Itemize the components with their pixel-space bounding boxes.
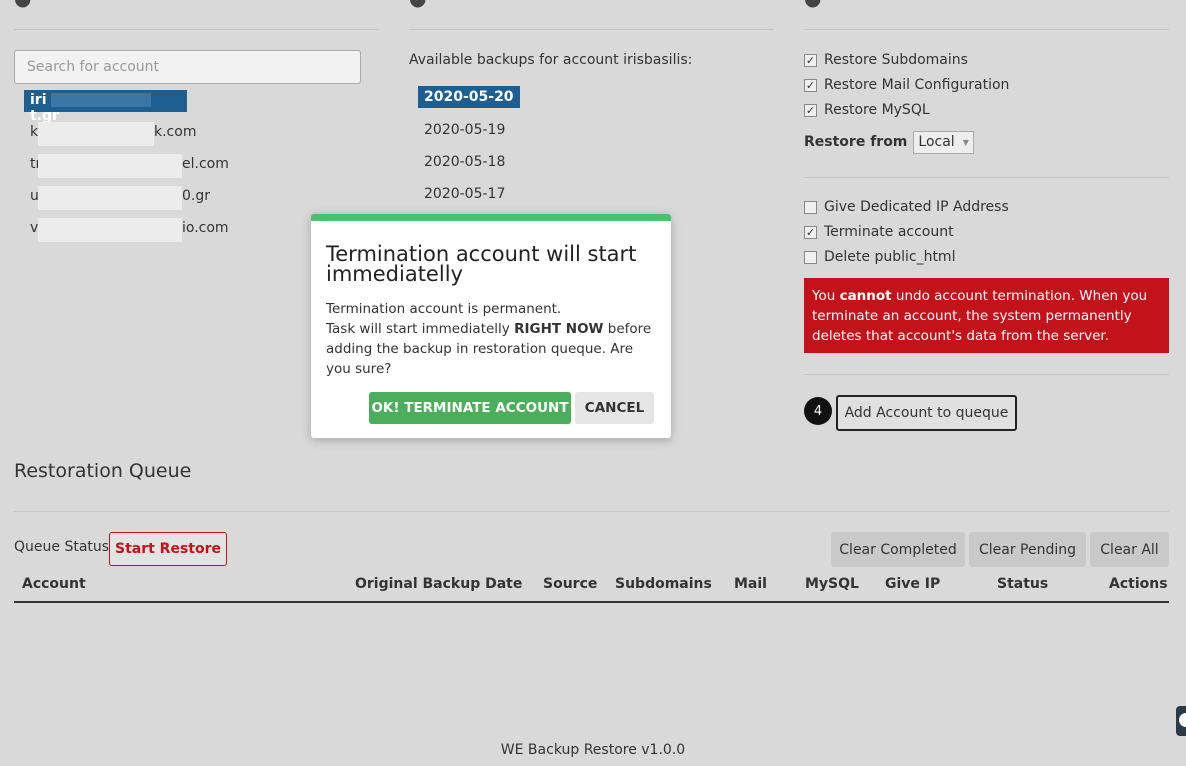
terminate-account-checkbox[interactable]: ✓: [804, 225, 817, 239]
column-header-mail[interactable]: Mail: [734, 576, 767, 592]
backups-heading: Available backups for account irisbasili…: [409, 52, 693, 68]
divider: [14, 29, 379, 30]
dialog-body: Termination account is permanent. Task w…: [326, 299, 661, 379]
backup-date[interactable]: 2020-05-18: [424, 154, 505, 170]
section-heading-cut: ●: [14, 0, 31, 10]
queue-status-label: Queue Status:: [14, 539, 114, 555]
step-number-badge: 4: [804, 397, 832, 425]
restore-subdomains-label: Restore Subdomains: [824, 52, 968, 68]
queue-title: Restoration Queue: [14, 460, 192, 482]
column-header-account[interactable]: Account: [22, 576, 86, 592]
restore-from-select[interactable]: Local ▼: [913, 130, 974, 154]
termination-confirm-dialog: Termination account will start immediate…: [311, 214, 671, 438]
backup-date[interactable]: 2020-05-17: [424, 186, 505, 202]
confirm-terminate-button[interactable]: OK! TERMINATE ACCOUNT: [369, 392, 571, 424]
footer-version: WE Backup Restore v1.0.0: [500, 742, 686, 758]
restore-subdomains-checkbox[interactable]: ✓: [804, 53, 817, 67]
clear-completed-button[interactable]: Clear Completed: [831, 532, 965, 567]
warning-emphasis: cannot: [839, 288, 892, 304]
dedicated-ip-label: Give Dedicated IP Address: [824, 199, 1009, 215]
column-header-status[interactable]: Status: [997, 576, 1048, 592]
column-header-source[interactable]: Source: [543, 576, 597, 592]
restore-mysql-option[interactable]: ✓ Restore MySQL: [804, 100, 930, 120]
account-suffix: k.com: [154, 124, 197, 140]
search-input[interactable]: [14, 50, 361, 84]
column-header-give-ip[interactable]: Give IP: [885, 576, 940, 592]
redaction-block: [38, 186, 182, 210]
divider: [804, 29, 1169, 30]
redaction-block: [38, 154, 182, 178]
account-prefix: iri: [30, 92, 47, 108]
restore-mail-option[interactable]: ✓ Restore Mail Configuration: [804, 75, 1009, 95]
restore-mysql-label: Restore MySQL: [824, 102, 930, 118]
dedicated-ip-checkbox[interactable]: [804, 200, 817, 214]
restore-mysql-checkbox[interactable]: ✓: [804, 103, 817, 117]
start-restore-button[interactable]: Start Restore: [109, 532, 227, 566]
dialog-title: Termination account will start immediate…: [326, 242, 637, 286]
column-header-subdomains[interactable]: Subdomains: [615, 576, 712, 592]
divider: [409, 29, 774, 30]
divider: [804, 374, 1169, 375]
restore-mail-label: Restore Mail Configuration: [824, 77, 1010, 93]
redaction-block: [38, 218, 182, 242]
divider: [14, 511, 1169, 512]
cancel-button[interactable]: CANCEL: [575, 392, 654, 424]
section-heading-cut: ●: [804, 0, 821, 10]
dedicated-ip-option[interactable]: Give Dedicated IP Address: [804, 197, 1009, 217]
redaction-block: [38, 122, 154, 146]
restore-from-value: Local: [918, 134, 955, 150]
delete-public-html-checkbox[interactable]: [804, 250, 817, 264]
table-header-rule: [14, 601, 1169, 603]
terminate-account-option[interactable]: ✓ Terminate account: [804, 222, 954, 242]
backup-date-selected[interactable]: 2020-05-20: [418, 86, 520, 108]
delete-public-html-label: Delete public_html: [824, 249, 956, 265]
restore-mail-checkbox[interactable]: ✓: [804, 78, 817, 92]
delete-public-html-option[interactable]: Delete public_html: [804, 247, 955, 267]
column-header-backup-date[interactable]: Original Backup Date: [355, 576, 522, 592]
dialog-line: Task will start immediatelly RIGHT NOW b…: [326, 319, 661, 379]
restore-subdomains-option[interactable]: ✓ Restore Subdomains: [804, 50, 968, 70]
chat-widget-icon[interactable]: [1176, 706, 1186, 736]
restore-from-label: Restore from: [804, 134, 908, 150]
section-heading-cut: ●: [409, 0, 426, 10]
backup-date[interactable]: 2020-05-19: [424, 122, 505, 138]
account-suffix: io.com: [182, 220, 229, 236]
column-header-actions[interactable]: Actions: [1109, 576, 1168, 592]
restore-from-row: Restore from Local ▼: [804, 130, 974, 154]
divider: [804, 177, 1169, 178]
account-suffix: el.com: [182, 156, 229, 172]
chevron-down-icon: ▼: [962, 137, 969, 147]
dialog-emphasis: RIGHT NOW: [514, 321, 604, 337]
account-item-selected[interactable]: iri t.gr: [24, 90, 187, 124]
clear-all-button[interactable]: Clear All: [1090, 532, 1169, 567]
dialog-text: Task will start immediatelly: [326, 321, 515, 337]
column-header-mysql[interactable]: MySQL: [805, 576, 859, 592]
terminate-account-label: Terminate account: [824, 224, 954, 240]
account-suffix: 0.gr: [182, 188, 210, 204]
redaction-block: [51, 93, 152, 107]
dialog-line: Termination account is permanent.: [326, 301, 562, 317]
clear-pending-button[interactable]: Clear Pending: [969, 532, 1086, 567]
add-account-to-queue-button[interactable]: Add Account to queque: [836, 395, 1017, 431]
warning-text: You: [812, 288, 840, 304]
termination-warning: You cannot undo account termination. Whe…: [804, 278, 1169, 353]
